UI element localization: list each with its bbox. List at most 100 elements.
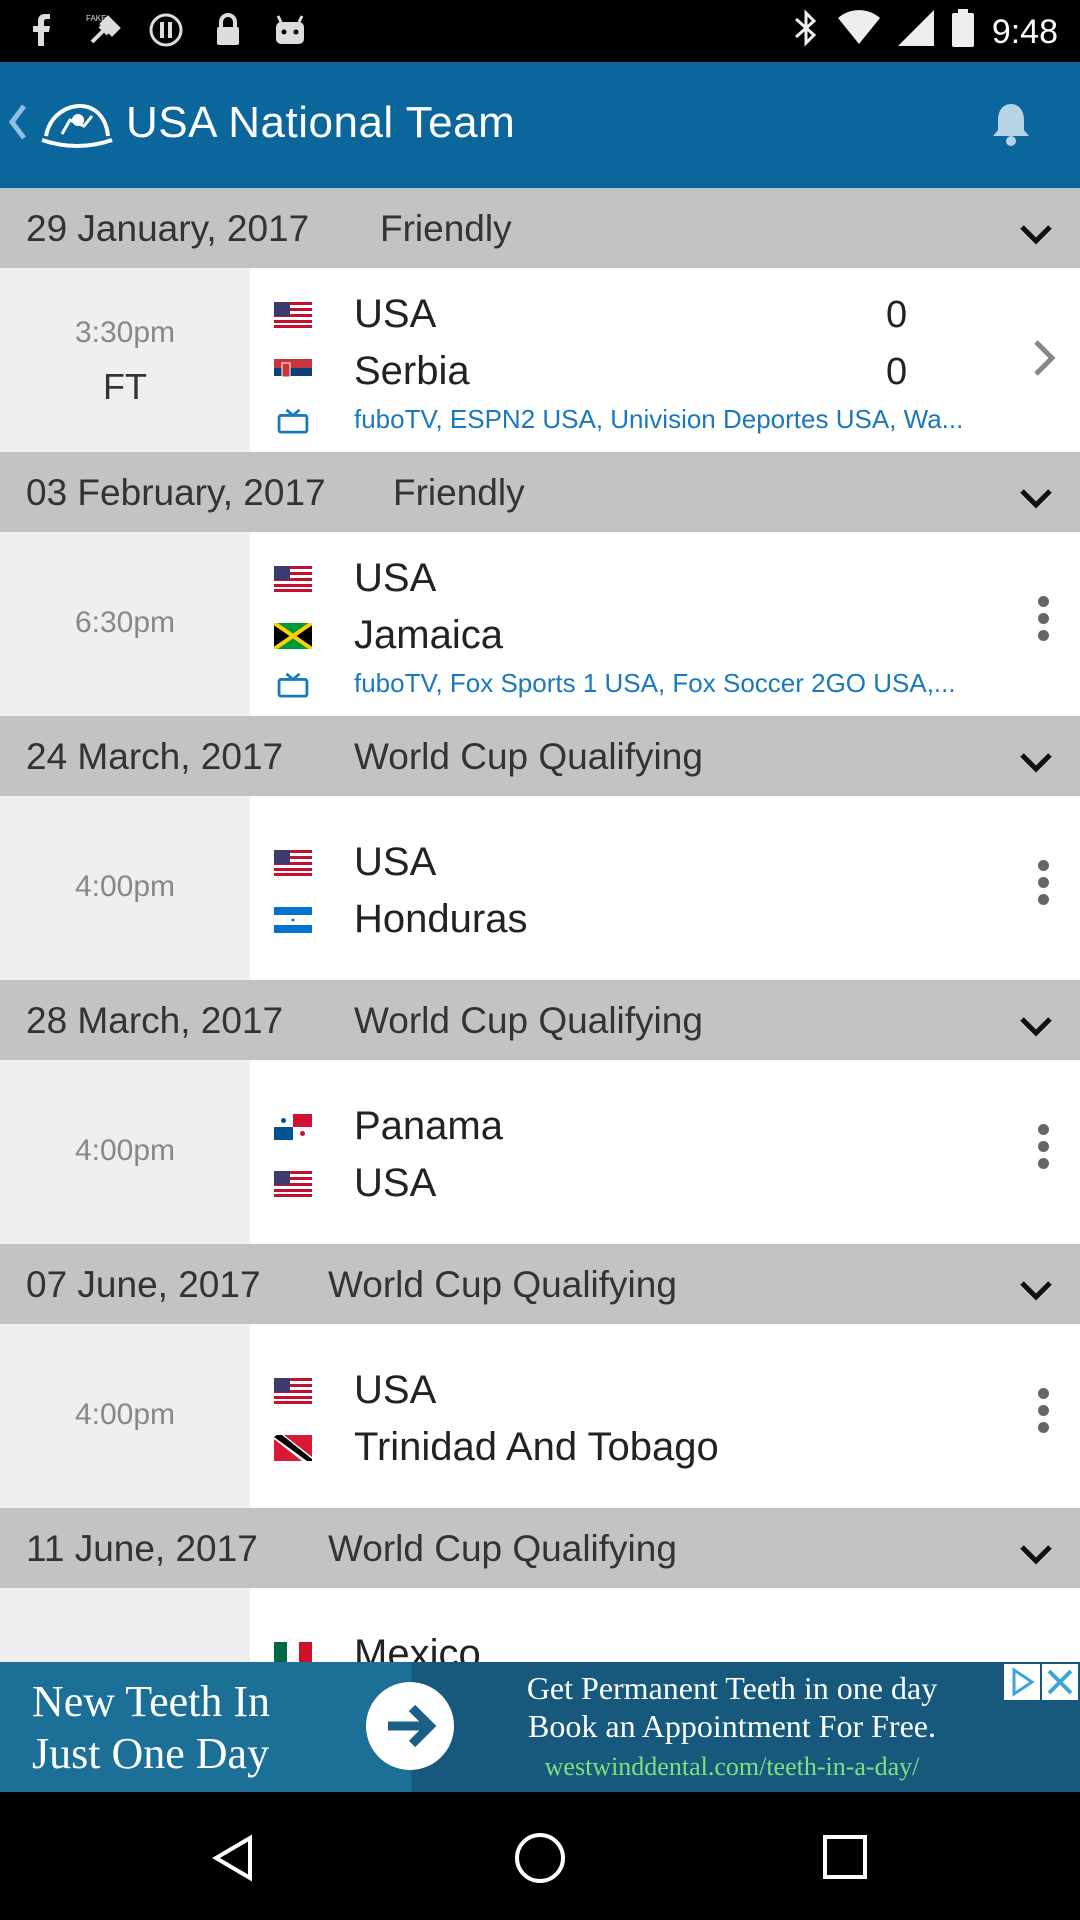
app-bar: USA National Team: [0, 62, 1080, 188]
date-header[interactable]: 03 February, 2017 Friendly: [0, 452, 1080, 532]
ad-headline-line1: New Teeth In: [32, 1677, 271, 1726]
android-icon: [272, 12, 308, 48]
match-date: 29 January, 2017: [26, 208, 310, 249]
match-time-column: 4:00pm: [0, 1324, 250, 1508]
match-row[interactable]: 4:00pm Panama USA: [0, 1060, 1080, 1244]
chevron-right-icon[interactable]: [1032, 338, 1056, 383]
team-name: USA: [354, 556, 437, 600]
usa-flag-icon: [274, 1171, 312, 1197]
tv-icon: [277, 408, 309, 434]
date-header[interactable]: 07 June, 2017 World Cup Qualifying: [0, 1244, 1080, 1324]
match-time: 4:00pm: [74, 1398, 176, 1431]
team-name: Panama: [354, 1104, 503, 1148]
match-row[interactable]: 4:00pm USA Trinidad And Tobago: [0, 1324, 1080, 1508]
chevron-down-icon[interactable]: [1018, 1270, 1054, 1312]
ad-url[interactable]: westwinddental.com/teeth-in-a-day/: [412, 1752, 1052, 1782]
signal-icon: [897, 10, 934, 55]
trinidad-flag-icon: [274, 1435, 312, 1461]
honduras-flag-icon: [274, 907, 312, 933]
wifi-icon: [837, 10, 880, 55]
competition-name: World Cup Qualifying: [328, 1264, 677, 1305]
competition-name: Friendly: [380, 208, 512, 249]
match-time: 4:00pm: [74, 870, 176, 903]
match-row[interactable]: 6:30pm USA Jamaica fuboTV, Fox Sports 1 …: [0, 532, 1080, 716]
match-time: 3:30pm: [74, 316, 176, 349]
team-name: Trinidad And Tobago: [354, 1425, 719, 1469]
team-name: Jamaica: [354, 613, 503, 657]
team-name: Serbia: [354, 349, 470, 393]
usa-flag-icon: [274, 566, 312, 592]
match-row[interactable]: Mexico: [0, 1588, 1080, 1662]
match-date: 03 February, 2017: [26, 472, 326, 513]
chevron-down-icon[interactable]: [1018, 1534, 1054, 1576]
usa-flag-icon: [274, 850, 312, 876]
more-options-icon[interactable]: [1038, 1388, 1050, 1439]
arrow-right-icon[interactable]: [366, 1682, 454, 1770]
recents-icon[interactable]: [822, 1834, 868, 1880]
lock-icon: [210, 12, 246, 48]
pause-icon: [148, 12, 184, 48]
ad-headline-line2: Just One Day: [32, 1729, 270, 1778]
ad-banner[interactable]: New Teeth In Just One Day Get Permanent …: [0, 1662, 1080, 1792]
competition-name: World Cup Qualifying: [354, 736, 703, 777]
match-time-column: 4:00pm: [0, 1060, 250, 1244]
jamaica-flag-icon: [274, 623, 312, 649]
match-status: FT: [103, 366, 147, 407]
back-icon[interactable]: [210, 1834, 258, 1882]
stadium-logo-icon[interactable]: [40, 98, 114, 157]
tv-icon: [277, 672, 309, 698]
match-row[interactable]: 3:30pm FT USA 0 Serbia 0 fuboTV, ESPN2 U…: [0, 268, 1080, 452]
mexico-flag-icon: [274, 1642, 312, 1662]
system-navigation-bar: [0, 1792, 1080, 1920]
date-header[interactable]: 29 January, 2017 Friendly: [0, 188, 1080, 268]
ad-text-line1: Get Permanent Teeth in one day: [526, 1670, 938, 1706]
team-name: Honduras: [354, 897, 528, 941]
team-score: 0: [886, 294, 908, 336]
date-header[interactable]: 28 March, 2017 World Cup Qualifying: [0, 980, 1080, 1060]
match-time-column: 3:30pm FT: [0, 268, 250, 452]
home-icon[interactable]: [514, 1832, 566, 1884]
match-date: 24 March, 2017: [26, 736, 284, 777]
usa-flag-icon: [274, 1378, 312, 1404]
usa-flag-icon: [274, 302, 312, 328]
team-name: USA: [354, 1368, 437, 1412]
back-chevron-icon[interactable]: [8, 102, 28, 152]
match-time-column: 6:30pm: [0, 532, 250, 716]
tv-channels: fuboTV, Fox Sports 1 USA, Fox Soccer 2GO…: [354, 668, 956, 698]
bluetooth-icon: [792, 8, 820, 57]
match-time-column: [0, 1588, 250, 1662]
match-date: 28 March, 2017: [26, 1000, 284, 1041]
more-options-icon[interactable]: [1038, 1124, 1050, 1175]
competition-name: Friendly: [393, 472, 525, 513]
close-icon[interactable]: [1042, 1664, 1078, 1700]
match-row[interactable]: 4:00pm USA Honduras: [0, 796, 1080, 980]
match-time-column: 4:00pm: [0, 796, 250, 980]
competition-name: World Cup Qualifying: [354, 1000, 703, 1041]
notification-bell-icon[interactable]: [990, 100, 1032, 151]
team-score: 0: [886, 351, 908, 393]
chevron-down-icon[interactable]: [1018, 214, 1054, 256]
adchoices-icon[interactable]: [1004, 1664, 1040, 1700]
date-header[interactable]: 11 June, 2017 World Cup Qualifying: [0, 1508, 1080, 1588]
svg-text:FAKE: FAKE: [86, 14, 106, 23]
more-options-icon[interactable]: [1038, 596, 1050, 647]
page-title: USA National Team: [126, 98, 516, 147]
chevron-down-icon[interactable]: [1018, 742, 1054, 784]
date-header[interactable]: 24 March, 2017 World Cup Qualifying: [0, 716, 1080, 796]
competition-name: World Cup Qualifying: [328, 1528, 677, 1569]
chevron-down-icon[interactable]: [1018, 478, 1054, 520]
more-options-icon[interactable]: [1038, 860, 1050, 911]
team-name: Mexico: [354, 1632, 481, 1662]
match-date: 07 June, 2017: [26, 1264, 261, 1305]
ad-text-line2: Book an Appointment For Free.: [528, 1708, 936, 1744]
ad-left-panel[interactable]: New Teeth In Just One Day: [0, 1662, 410, 1792]
battery-icon: [951, 9, 974, 56]
match-time: 6:30pm: [74, 606, 176, 639]
match-date: 11 June, 2017: [26, 1528, 258, 1569]
team-name: USA: [354, 840, 437, 884]
ad-right-panel[interactable]: Get Permanent Teeth in one day Book an A…: [412, 1662, 1080, 1792]
fixtures-list[interactable]: 29 January, 2017 Friendly 3:30pm FT USA …: [0, 188, 1080, 1662]
tv-channels: fuboTV, ESPN2 USA, Univision Deportes US…: [354, 404, 964, 434]
chevron-down-icon[interactable]: [1018, 1006, 1054, 1048]
match-time: 4:00pm: [74, 1134, 176, 1167]
